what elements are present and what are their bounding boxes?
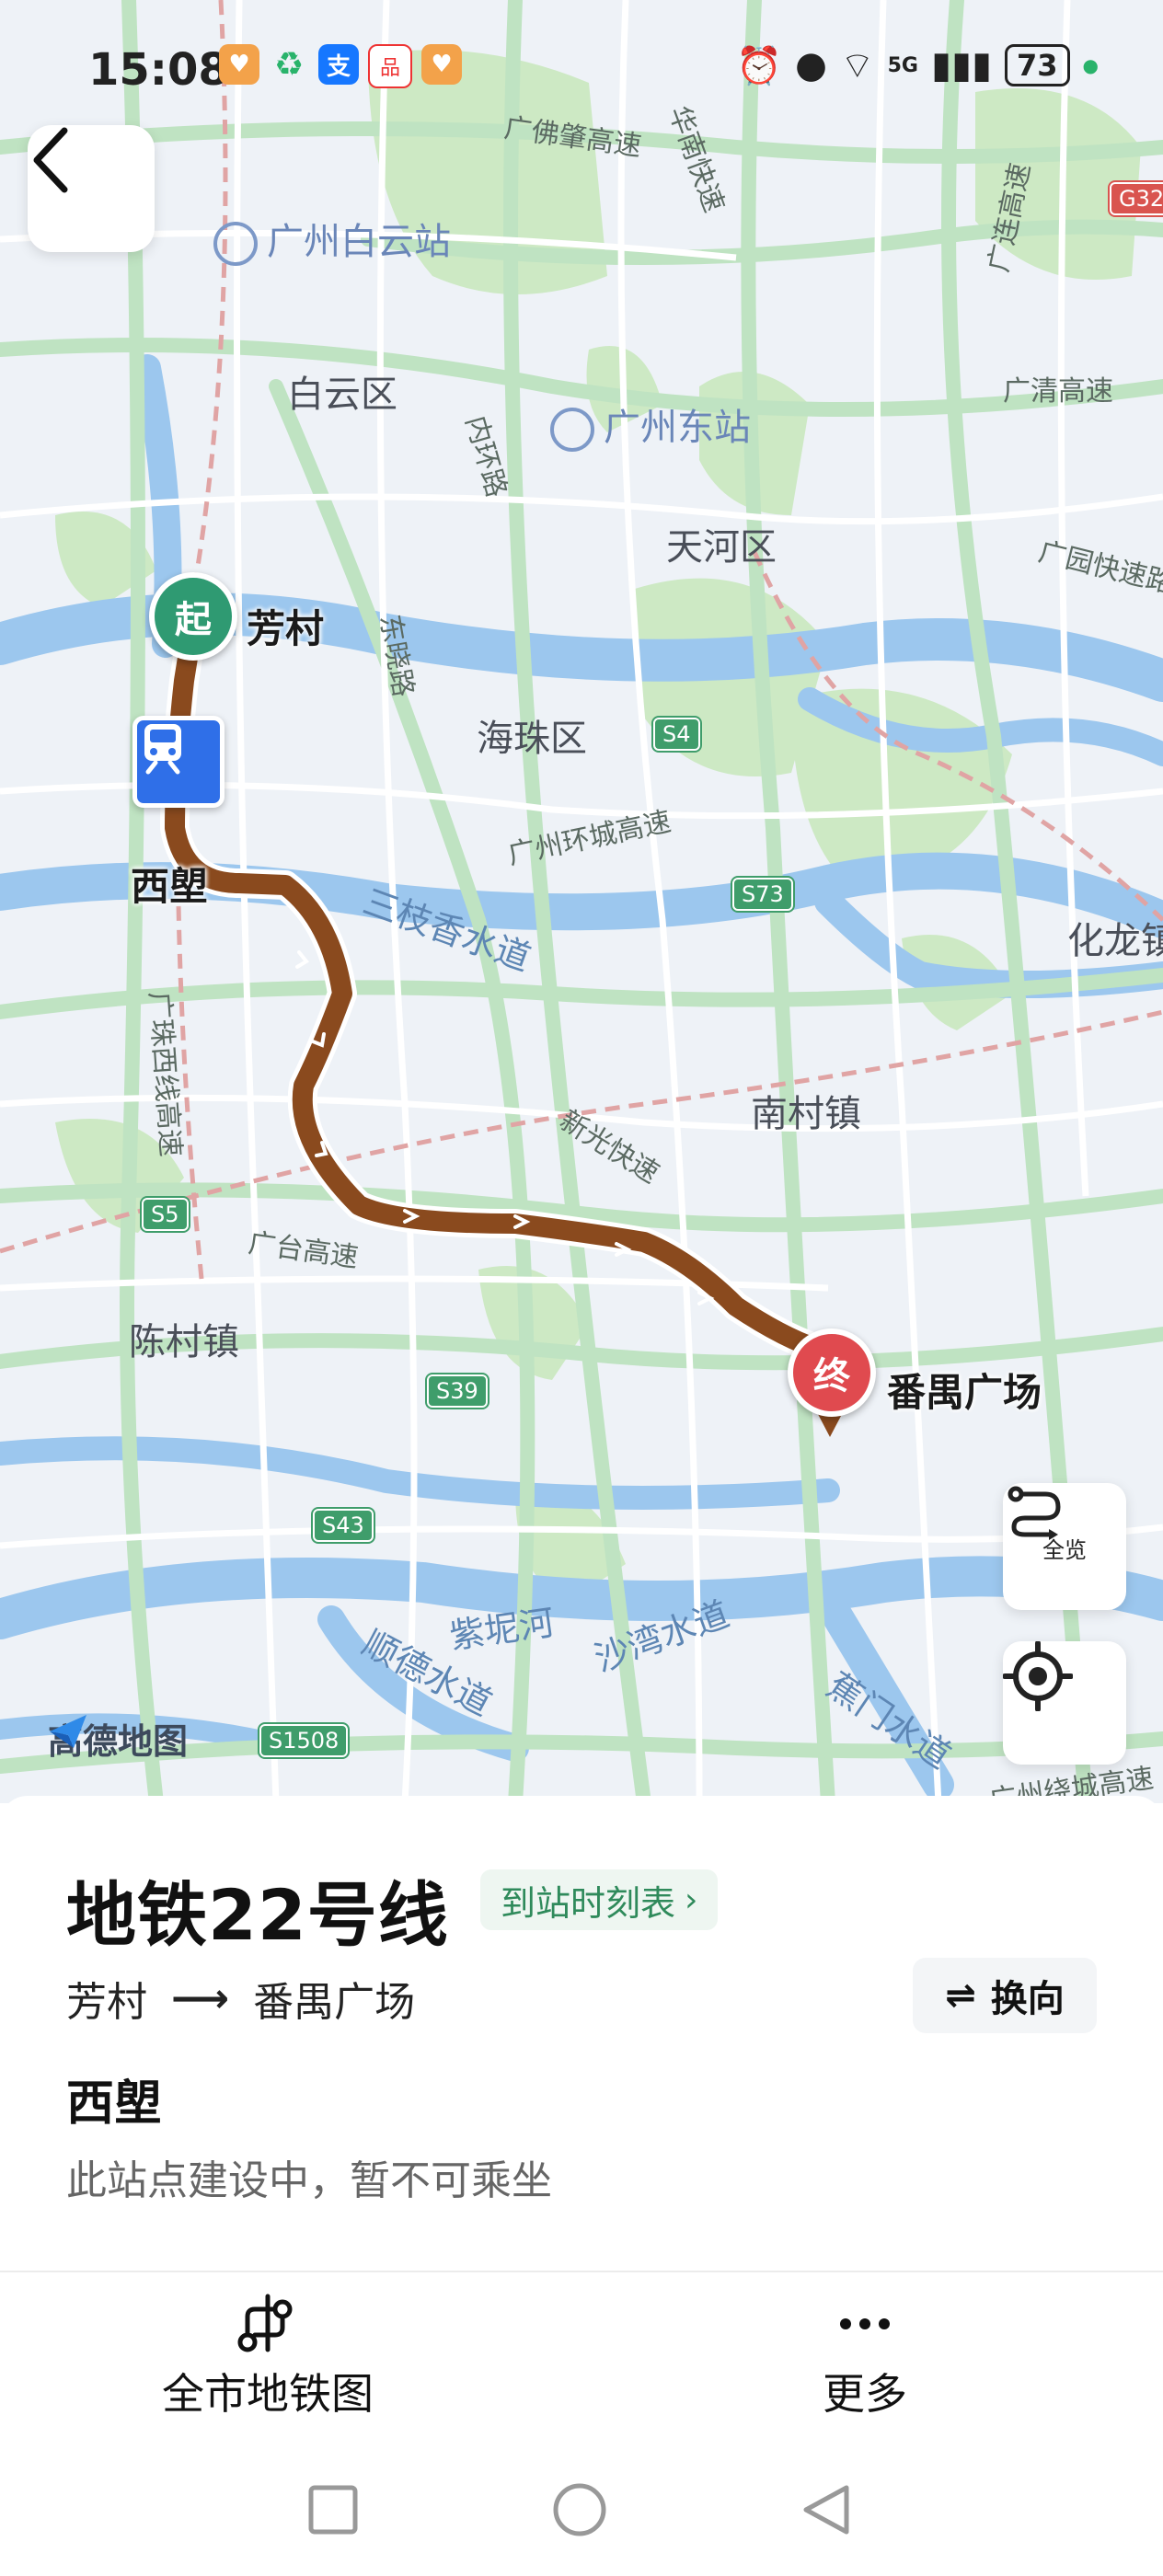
system-nav-bar (0, 2466, 1163, 2558)
station-label-text: 广州白云站 (267, 221, 451, 263)
district-label: 陈村镇 (129, 1321, 239, 1363)
health-icon: ♥ (219, 44, 259, 85)
metro-map-label: 全市地铁图 (162, 2369, 374, 2419)
start-marker[interactable]: 起 (149, 572, 237, 661)
divider (0, 2271, 1163, 2272)
railway-station-icon (550, 408, 594, 452)
direction-row: 芳村 ⟶ 番禺广场 (66, 1969, 415, 2028)
highway-shield: G324 (1110, 182, 1163, 215)
alarm-icon: ⏰ (736, 44, 783, 87)
notification-icons: ♥ ♻ 支 品 ♥ (219, 44, 462, 88)
start-station-label: 芳村 (247, 606, 325, 651)
direction-from: 芳村 (66, 1979, 147, 2026)
highway-shield: S4 (653, 718, 700, 751)
citywide-metro-map-button[interactable]: 全市地铁图 (162, 2291, 374, 2421)
district-label: 天河区 (666, 526, 777, 569)
amap-logo-icon (50, 1715, 86, 1748)
locate-button[interactable] (1003, 1641, 1126, 1765)
back-arrow-icon (33, 127, 68, 193)
signal-icon: ▮▮▮ (930, 44, 993, 86)
amap-watermark: 高德地图 (48, 1713, 188, 1764)
status-bar: 15:08 ♥ ♻ 支 品 ♥ ⏰ ● ⌔ 5G ▮▮▮ 73 ● (0, 0, 1163, 147)
station-label-text: 广州东站 (604, 407, 751, 449)
location-icon: ● (795, 44, 827, 86)
station-status-note: 此站点建设中，暂不可乘坐 (66, 2157, 552, 2204)
system-icons: ⏰ ● ⌔ 5G ▮▮▮ 73 ● (736, 42, 1099, 88)
back-button[interactable] (28, 125, 155, 252)
reverse-direction-button[interactable]: ⇌ 换向 (913, 1958, 1097, 2033)
end-marker[interactable]: 终 (788, 1328, 876, 1417)
railway-station-icon (213, 222, 258, 266)
shopping-icon: 品 (368, 44, 412, 88)
direction-to: 番禺广场 (253, 1979, 416, 2026)
road-label: 广清高速 (1003, 375, 1113, 408)
locate-icon (1003, 1641, 1073, 1711)
highway-shield: S5 (142, 1198, 189, 1231)
timetable-label: 到站时刻表 (501, 1882, 676, 1924)
selected-station-name: 西塱 (66, 2076, 163, 2132)
chevron-right-icon: › (685, 1880, 698, 1919)
station-label: 广州东站 (550, 397, 751, 452)
more-label: 更多 (823, 2369, 907, 2419)
mid-station-label: 西塱 (131, 864, 209, 909)
recent-apps-icon (308, 2485, 358, 2535)
metro-map-icon (237, 2294, 293, 2352)
highway-shield: S39 (427, 1374, 488, 1408)
highway-shield: S73 (732, 878, 793, 911)
alipay-icon: 支 (318, 44, 359, 85)
end-station-label: 番禺广场 (887, 1370, 1042, 1415)
network-type: 5G (887, 53, 918, 77)
direction-arrow-icon: ⟶ (171, 1974, 230, 2022)
station-label: 广州白云站 (213, 212, 451, 266)
train-icon (144, 724, 181, 775)
battery-dot-icon: ● (1082, 54, 1099, 76)
timetable-button[interactable]: 到站时刻表 › (480, 1869, 719, 1930)
map-view[interactable]: 白云区 天河区 海珠区 南村镇 陈村镇 化龙镇 广州白云站 广州东站 广佛肇高速… (0, 0, 1163, 1803)
route-overview-icon (1008, 1486, 1061, 1540)
status-time: 15:08 (88, 44, 229, 96)
swap-icon: ⇌ (945, 1974, 976, 2017)
more-dots-icon (840, 2318, 890, 2329)
more-button[interactable]: 更多 (823, 2291, 907, 2421)
reverse-label: 换向 (990, 1978, 1065, 2020)
health-icon-2: ♥ (421, 44, 462, 85)
district-label: 白云区 (287, 374, 397, 416)
metro-station-icon[interactable] (132, 716, 225, 808)
district-label: 化龙镇 (1067, 920, 1163, 962)
highway-shield: S43 (313, 1509, 374, 1542)
nav-buttons (308, 2483, 849, 2536)
refresh-app-icon: ♻ (273, 45, 305, 84)
home-icon (553, 2483, 606, 2536)
overview-button[interactable]: 全览 (1003, 1483, 1126, 1610)
district-label: 南村镇 (751, 1093, 861, 1135)
wifi-icon: ⌔ (839, 45, 875, 87)
line-title: 地铁22号线 (66, 1874, 449, 1956)
district-label: 海珠区 (477, 718, 587, 760)
battery-indicator: 73 (1005, 44, 1070, 86)
highway-shield: S1508 (259, 1724, 349, 1757)
back-nav-icon (803, 2485, 849, 2535)
